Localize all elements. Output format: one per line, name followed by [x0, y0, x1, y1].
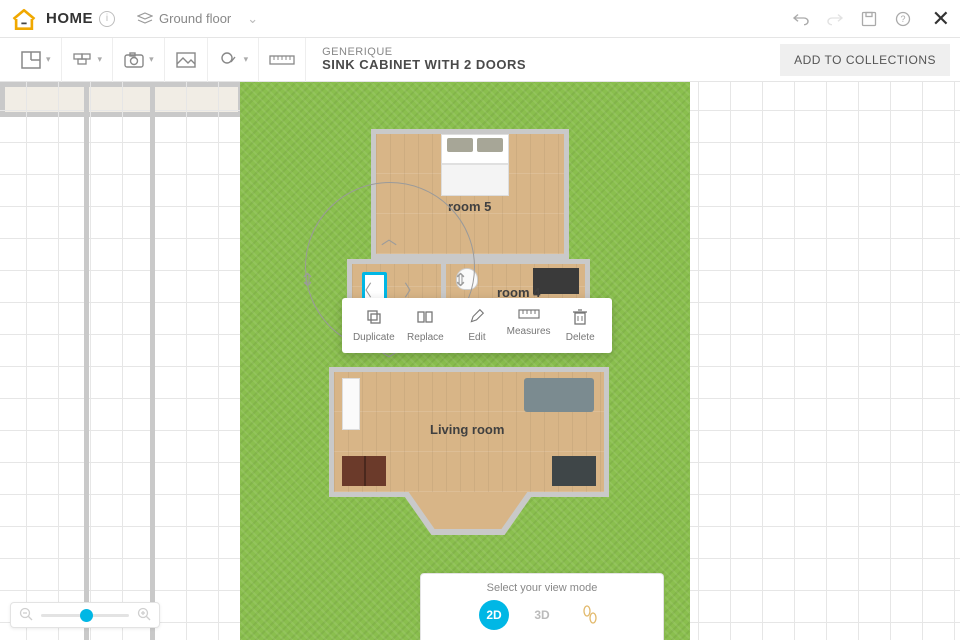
context-label: Edit: [468, 332, 485, 343]
view-mode-label: Select your view mode: [487, 582, 598, 594]
layers-icon: [137, 12, 153, 26]
replace-icon: [416, 308, 434, 326]
header-bar: HOME i Ground floor ⌄ ? ✕: [0, 0, 960, 38]
undo-button[interactable]: [790, 8, 812, 30]
move-up-handle[interactable]: ︿: [381, 225, 397, 249]
context-duplicate[interactable]: Duplicate: [348, 308, 400, 343]
zoom-slider[interactable]: [41, 614, 129, 617]
bay-window: [405, 492, 531, 536]
close-button[interactable]: ✕: [932, 6, 950, 32]
edit-icon: [468, 308, 486, 326]
product-name: SINK CABINET WITH 2 DOORS: [322, 58, 526, 72]
tool-image[interactable]: [165, 38, 208, 82]
context-menu: Duplicate Replace Edit Measures Delete: [342, 298, 612, 353]
context-edit[interactable]: Edit: [451, 308, 503, 343]
furniture-bed[interactable]: [441, 134, 509, 196]
resize-handle-left[interactable]: ⇕: [300, 270, 315, 291]
context-delete[interactable]: Delete: [554, 308, 606, 343]
furniture-cabinet[interactable]: [342, 378, 360, 430]
tool-camera[interactable]: ▾: [113, 38, 165, 82]
resize-handle-right[interactable]: ⇕: [453, 270, 468, 291]
tool-build[interactable]: ▾: [62, 38, 114, 82]
chevron-down-icon: ▾: [98, 54, 103, 65]
app-logo-icon: [10, 5, 38, 33]
tool-plan[interactable]: ▾: [10, 38, 62, 82]
info-icon[interactable]: i: [99, 11, 115, 27]
context-measures[interactable]: Measures: [503, 308, 555, 343]
floor-label: Ground floor: [159, 11, 231, 26]
floor-selector[interactable]: Ground floor ⌄: [137, 11, 258, 27]
save-button[interactable]: [858, 8, 880, 30]
measures-icon: [518, 308, 540, 320]
chevron-down-icon: ▾: [244, 54, 249, 65]
view-walk-button[interactable]: [575, 600, 605, 630]
context-label: Duplicate: [353, 332, 395, 343]
context-replace[interactable]: Replace: [400, 308, 452, 343]
help-button[interactable]: ?: [892, 8, 914, 30]
zoom-thumb[interactable]: [80, 609, 93, 622]
svg-text:?: ?: [900, 14, 905, 24]
furniture-sofa[interactable]: [524, 378, 594, 412]
wall-divider: [150, 82, 155, 640]
wall-divider: [84, 82, 89, 640]
selected-product: GENERIQUE SINK CABINET WITH 2 DOORS: [322, 46, 526, 72]
view-3d-button[interactable]: 3D: [527, 600, 557, 630]
zoom-control: [10, 602, 160, 628]
tool-ruler[interactable]: [259, 38, 306, 82]
sub-toolbar: ▾ ▾ ▾ ▾ GENERIQUE SINK CABINET WITH 2 DO…: [0, 38, 960, 82]
furniture-chest[interactable]: [552, 456, 596, 486]
floorplan-canvas[interactable]: room 5 room 4 Living room ︿ 〈 〉 ﹀ ⇕ ⇕ Du…: [0, 82, 960, 640]
chevron-down-icon: ▾: [46, 54, 51, 65]
add-to-collections-button[interactable]: ADD TO COLLECTIONS: [780, 44, 950, 76]
redo-button: [824, 8, 846, 30]
view-mode-panel: Select your view mode 2D 3D: [420, 573, 664, 640]
context-label: Measures: [507, 326, 551, 337]
zoom-in-button[interactable]: [137, 607, 151, 624]
duplicate-icon: [365, 308, 383, 326]
delete-icon: [572, 308, 588, 326]
living-room-label: Living room: [430, 422, 504, 437]
furniture-chest[interactable]: [342, 456, 386, 486]
zoom-out-button[interactable]: [19, 607, 33, 624]
chevron-down-icon: ▾: [149, 54, 154, 65]
project-title: HOME: [46, 10, 93, 27]
walk-icon: [581, 605, 599, 625]
tool-annotate[interactable]: ▾: [208, 38, 260, 82]
view-2d-button[interactable]: 2D: [479, 600, 509, 630]
context-label: Replace: [407, 332, 444, 343]
context-label: Delete: [566, 332, 595, 343]
chevron-down-icon: ⌄: [247, 11, 258, 27]
